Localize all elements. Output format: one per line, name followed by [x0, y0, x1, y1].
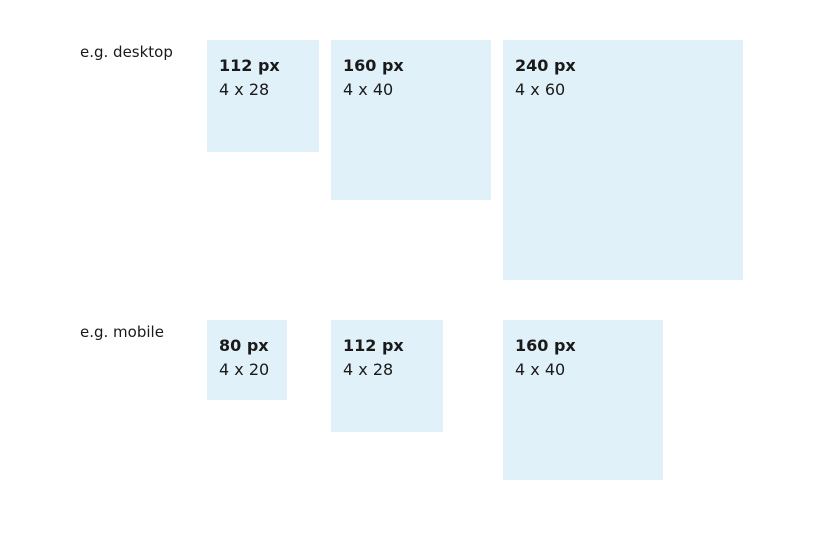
box-size-label: 240 px [515, 56, 576, 75]
box-size-label: 80 px [219, 336, 269, 355]
spacing-box-mobile-large: 160 px 4 x 40 [503, 320, 663, 480]
row-label-mobile: e.g. mobile [80, 323, 164, 341]
spacing-box-desktop-small: 112 px 4 x 28 [207, 40, 319, 152]
box-formula-label: 4 x 40 [515, 360, 566, 379]
spacing-box-mobile-medium: 112 px 4 x 28 [331, 320, 443, 432]
box-size-label: 112 px [343, 336, 404, 355]
box-formula-label: 4 x 28 [219, 80, 270, 99]
box-formula-label: 4 x 20 [219, 360, 270, 379]
box-size-label: 160 px [515, 336, 576, 355]
box-formula-label: 4 x 40 [343, 80, 394, 99]
box-formula-label: 4 x 60 [515, 80, 566, 99]
row-label-desktop: e.g. desktop [80, 43, 173, 61]
box-size-label: 160 px [343, 56, 404, 75]
box-formula-label: 4 x 28 [343, 360, 394, 379]
spacing-box-mobile-small: 80 px 4 x 20 [207, 320, 287, 400]
box-size-label: 112 px [219, 56, 280, 75]
spacing-box-desktop-medium: 160 px 4 x 40 [331, 40, 491, 200]
spacing-box-desktop-large: 240 px 4 x 60 [503, 40, 743, 280]
